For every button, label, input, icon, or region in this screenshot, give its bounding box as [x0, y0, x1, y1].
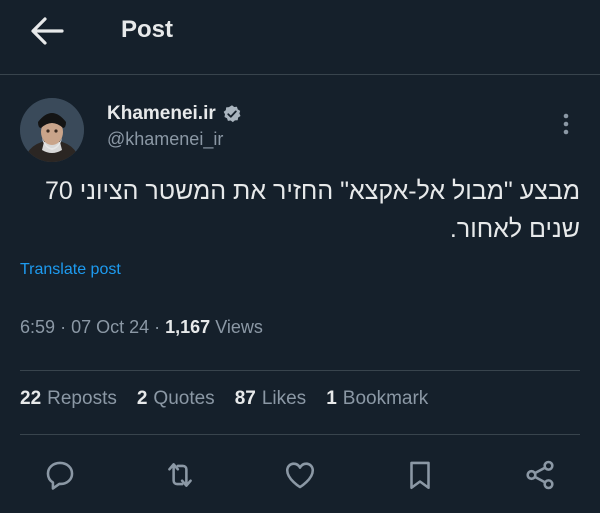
- bookmark-button[interactable]: [398, 451, 442, 499]
- translate-post-link[interactable]: Translate post: [20, 261, 121, 279]
- bookmarks-stat[interactable]: 1 Bookmark: [326, 388, 428, 410]
- reply-icon: [46, 461, 74, 490]
- bookmarks-count: 1: [326, 388, 337, 409]
- meta-separator: ·: [60, 317, 72, 337]
- post-text: מבצע "מבול אל-אקצא" החזיר את המשטר הציונ…: [45, 177, 580, 243]
- reply-button[interactable]: [38, 451, 82, 499]
- post-meta: 6:59 · 07 Oct 24 · 1,167 Views: [20, 317, 263, 338]
- engagement-stats: 22 Reposts 2 Quotes 87 Likes 1 Bookmark: [20, 388, 428, 410]
- meta-separator: ·: [154, 317, 166, 337]
- bookmarks-label: Bookmark: [342, 388, 429, 409]
- arrow-left-icon: [31, 17, 64, 45]
- likes-count: 87: [234, 388, 256, 409]
- reposts-count: 22: [20, 388, 42, 409]
- quotes-stat[interactable]: 2 Quotes: [137, 388, 215, 410]
- action-bar: [20, 451, 580, 499]
- reposts-label: Reposts: [47, 388, 117, 409]
- divider: [20, 434, 580, 435]
- post-time[interactable]: 6:59: [20, 317, 55, 337]
- author-name[interactable]: Khamenei.ir: [107, 103, 216, 125]
- top-bar: Post: [0, 0, 600, 75]
- author-info: Khamenei.ir @khamenei_ir: [107, 103, 242, 150]
- like-icon: [285, 462, 315, 489]
- verified-badge-icon: [223, 105, 241, 123]
- bookmark-icon: [410, 461, 430, 490]
- author-handle[interactable]: @khamenei_ir: [107, 129, 242, 150]
- repost-icon: [168, 463, 192, 487]
- reposts-stat[interactable]: 22 Reposts: [20, 388, 117, 410]
- quotes-count: 2: [136, 388, 148, 409]
- page-title: Post: [121, 16, 174, 43]
- share-icon: [526, 460, 554, 490]
- avatar-image: [20, 98, 84, 162]
- views-label: Views: [215, 317, 263, 337]
- like-button[interactable]: [278, 451, 322, 499]
- repost-button[interactable]: [158, 451, 202, 499]
- more-vertical-icon: [563, 113, 569, 135]
- more-options-button[interactable]: [560, 112, 572, 136]
- quotes-label: Quotes: [153, 388, 215, 409]
- likes-label: Likes: [261, 388, 307, 409]
- share-button[interactable]: [518, 451, 562, 499]
- likes-stat[interactable]: 87 Likes: [235, 388, 307, 410]
- back-button[interactable]: [30, 16, 64, 46]
- post-date[interactable]: 07 Oct 24: [71, 317, 149, 337]
- views-count: 1,167: [165, 317, 211, 337]
- divider: [20, 370, 580, 371]
- avatar[interactable]: [20, 98, 84, 162]
